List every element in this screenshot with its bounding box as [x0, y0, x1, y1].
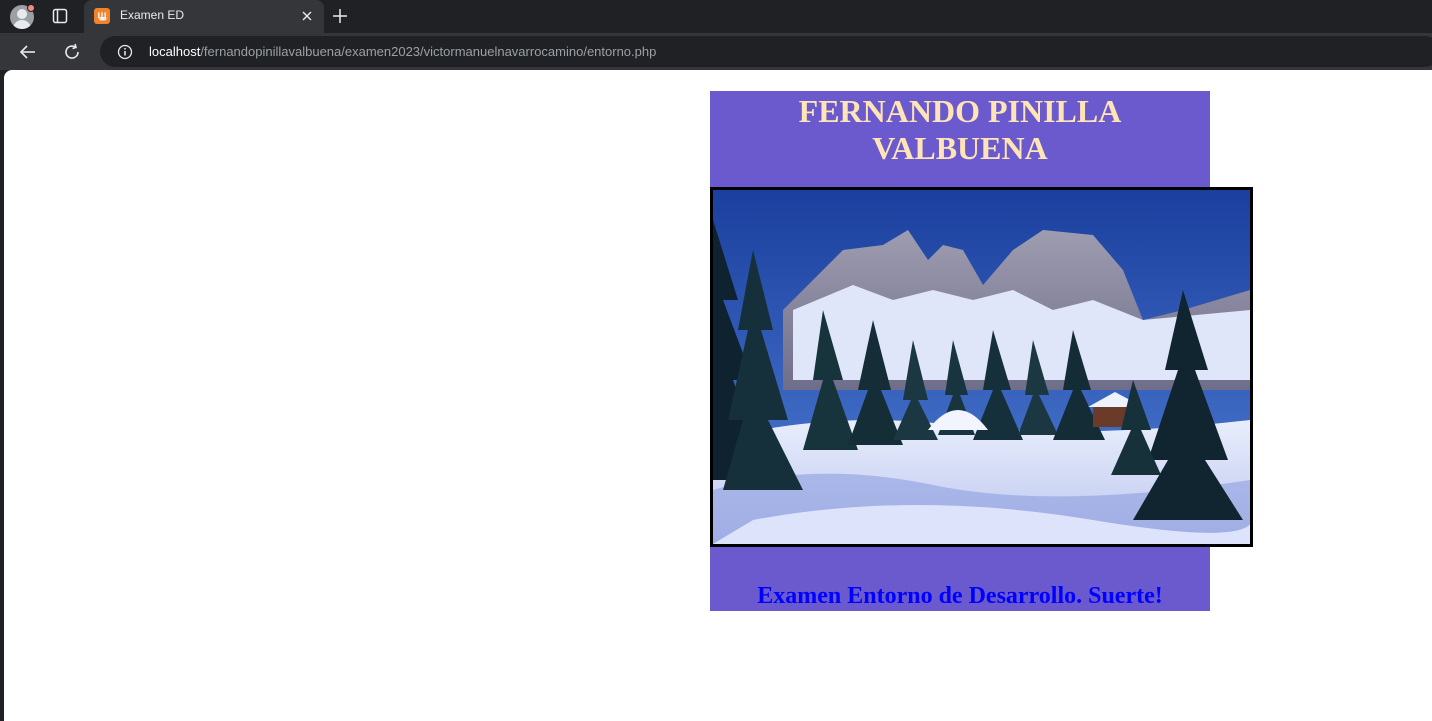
- address-bar[interactable]: localhost/fernandopinillavalbuena/examen…: [100, 36, 1432, 67]
- back-arrow-icon[interactable]: [18, 42, 38, 62]
- url-host: localhost: [149, 44, 201, 59]
- tab-examen-ed[interactable]: ꚗ Examen ED: [84, 0, 324, 33]
- title-line-1: FERNANDO PINILLA: [798, 93, 1122, 129]
- exam-card: FERNANDO PINILLA VALBUENA Examen Entorno…: [710, 91, 1253, 611]
- browser-toolbar: localhost/fernandopinillavalbuena/examen…: [0, 33, 1432, 70]
- landscape-picture: [713, 190, 1250, 544]
- xampp-favicon-icon: ꚗ: [94, 8, 110, 24]
- new-tab-plus-icon[interactable]: [332, 8, 348, 24]
- snowy-mountain-image: [710, 187, 1253, 547]
- page-subtitle: Examen Entorno de Desarrollo. Suerte!: [757, 583, 1163, 609]
- title-line-2: VALBUENA: [872, 130, 1048, 166]
- page-viewport: FERNANDO PINILLA VALBUENA Examen Entorno…: [4, 70, 1432, 721]
- tab-title: Examen ED: [120, 8, 185, 22]
- close-icon[interactable]: [300, 9, 314, 23]
- tab-strip: ꚗ Examen ED: [0, 0, 1432, 33]
- page-title: FERNANDO PINILLA VALBUENA: [710, 93, 1210, 167]
- url-text[interactable]: localhost/fernandopinillavalbuena/examen…: [149, 44, 656, 59]
- tab-overview-icon[interactable]: [52, 8, 68, 24]
- reload-icon[interactable]: [62, 42, 82, 62]
- url-path: /fernandopinillavalbuena/examen2023/vict…: [200, 44, 657, 59]
- profile-notification-badge: [27, 4, 35, 12]
- site-info-icon[interactable]: [117, 44, 133, 60]
